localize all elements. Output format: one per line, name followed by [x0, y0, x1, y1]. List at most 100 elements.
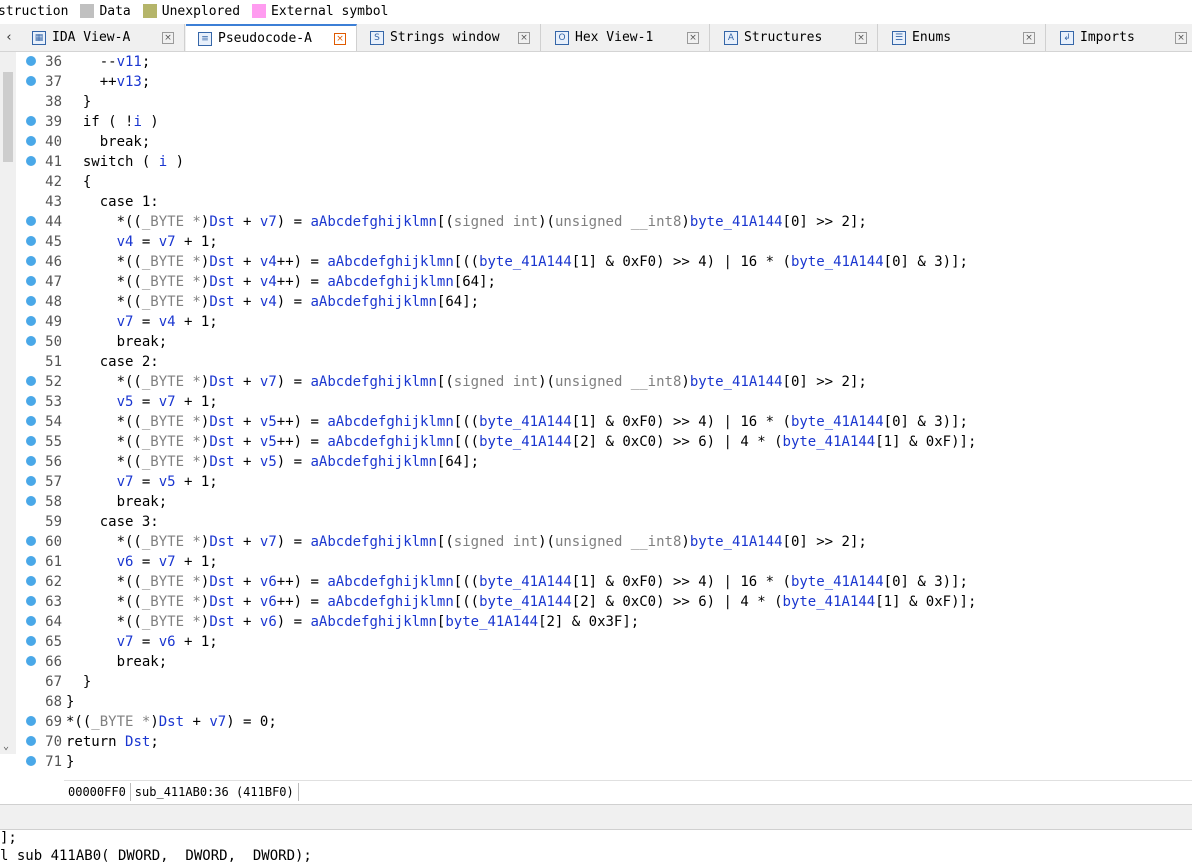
scrollbar-thumb[interactable]	[3, 72, 13, 162]
breakpoint-dot-icon[interactable]	[26, 556, 36, 566]
breakpoint-dot-icon[interactable]	[26, 396, 36, 406]
breakpoint-dot-icon[interactable]	[26, 56, 36, 66]
code-line[interactable]: 51 case 2:	[18, 352, 1192, 372]
breakpoint-dot-icon[interactable]	[26, 436, 36, 446]
code-line[interactable]: 49 v7 = v4 + 1;	[18, 312, 1192, 332]
code-line[interactable]: 43 case 1:	[18, 192, 1192, 212]
code-line[interactable]: 66 break;	[18, 652, 1192, 672]
code-line[interactable]: 70 return Dst;	[18, 732, 1192, 752]
pseudocode-view[interactable]: 36 --v11; 37 ++v13; 38 } 39 if ( !i ) 40 bre…	[18, 52, 1192, 780]
breakpoint-dot-icon[interactable]	[26, 236, 36, 246]
code-line[interactable]: 52 *((_BYTE *)Dst + v7) = aAbcdefghijklm…	[18, 372, 1192, 392]
breakpoint-dot-icon[interactable]	[26, 156, 36, 166]
breakpoint-dot-icon[interactable]	[26, 116, 36, 126]
line-number: 51	[45, 354, 62, 370]
tab-imports[interactable]: ↲ Imports ×	[1048, 24, 1192, 51]
breakpoint-dot-icon[interactable]	[26, 536, 36, 546]
legend-label: External symbol	[271, 3, 389, 19]
breakpoint-dot-icon[interactable]	[26, 756, 36, 766]
tab-enums[interactable]: ☰ Enums ×	[880, 24, 1046, 51]
close-icon[interactable]: ×	[162, 31, 174, 44]
code-line[interactable]: 71}	[18, 752, 1192, 772]
code-line[interactable]: 48 *((_BYTE *)Dst + v4) = aAbcdefghijklm…	[18, 292, 1192, 312]
code-text: }	[66, 754, 75, 770]
tab-strings-window[interactable]: S Strings window ×	[358, 24, 541, 51]
breakpoint-dot-icon[interactable]	[26, 76, 36, 86]
strings-icon: S	[370, 30, 384, 45]
tab-scroll-left-icon[interactable]: ‹	[0, 24, 18, 51]
code-text: *((_BYTE *)Dst + v7) = aAbcdefghijklmn[(…	[66, 214, 867, 230]
breakpoint-dot-icon[interactable]	[26, 596, 36, 606]
code-text: if ( !i )	[66, 114, 159, 130]
code-line[interactable]: 68}	[18, 692, 1192, 712]
line-number: 37	[45, 74, 62, 90]
code-text: break;	[66, 494, 168, 510]
tab-structures[interactable]: A Structures ×	[712, 24, 878, 51]
code-line[interactable]: 60 *((_BYTE *)Dst + v7) = aAbcdefghijklm…	[18, 532, 1192, 552]
code-line[interactable]: 38 }	[18, 92, 1192, 112]
breakpoint-dot-icon[interactable]	[26, 296, 36, 306]
code-line[interactable]: 64 *((_BYTE *)Dst + v6) = aAbcdefghijklm…	[18, 612, 1192, 632]
breakpoint-dot-icon[interactable]	[26, 376, 36, 386]
code-line[interactable]: 62 *((_BYTE *)Dst + v6++) = aAbcdefghijk…	[18, 572, 1192, 592]
legend-swatch	[142, 4, 157, 18]
output-window[interactable]: ]; l sub 411AB0( DWORD, DWORD, DWORD);	[0, 829, 1192, 863]
code-line[interactable]: 44 *((_BYTE *)Dst + v7) = aAbcdefghijklm…	[18, 212, 1192, 232]
breakpoint-dot-icon[interactable]	[26, 736, 36, 746]
breakpoint-dot-icon[interactable]	[26, 616, 36, 626]
breakpoint-dot-icon[interactable]	[26, 316, 36, 326]
line-number: 52	[45, 374, 62, 390]
code-line[interactable]: 36 --v11;	[18, 52, 1192, 72]
close-icon[interactable]: ×	[1175, 31, 1187, 44]
code-line[interactable]: 67 }	[18, 672, 1192, 692]
breakpoint-dot-icon[interactable]	[26, 136, 36, 146]
breakpoint-dot-icon[interactable]	[26, 636, 36, 646]
code-text: v7 = v5 + 1;	[116, 474, 218, 490]
breakpoint-dot-icon[interactable]	[26, 476, 36, 486]
code-text: *((_BYTE *)Dst + v7) = aAbcdefghijklmn[(…	[66, 374, 867, 390]
breakpoint-dot-icon[interactable]	[26, 416, 36, 426]
code-line[interactable]: 56 *((_BYTE *)Dst + v5) = aAbcdefghijklm…	[18, 452, 1192, 472]
tab-hex-view-1[interactable]: O Hex View-1 ×	[543, 24, 710, 51]
tab-ida-view-a[interactable]: ▦ IDA View-A ×	[20, 24, 185, 51]
breakpoint-dot-icon[interactable]	[26, 656, 36, 666]
code-line[interactable]: 39 if ( !i )	[18, 112, 1192, 132]
close-icon[interactable]: ×	[687, 31, 699, 44]
code-line[interactable]: 50 break;	[18, 332, 1192, 352]
breakpoint-dot-icon[interactable]	[26, 216, 36, 226]
close-icon[interactable]: ×	[1023, 31, 1035, 44]
code-line[interactable]: 57 v7 = v5 + 1;	[18, 472, 1192, 492]
breakpoint-dot-icon[interactable]	[26, 456, 36, 466]
code-text: *((_BYTE *)Dst + v5) = aAbcdefghijklmn[6…	[66, 454, 480, 470]
code-line[interactable]: 47 *((_BYTE *)Dst + v4++) = aAbcdefghijk…	[18, 272, 1192, 292]
code-line[interactable]: 55 *((_BYTE *)Dst + v5++) = aAbcdefghijk…	[18, 432, 1192, 452]
code-line[interactable]: 53 v5 = v7 + 1;	[18, 392, 1192, 412]
breakpoint-dot-icon[interactable]	[26, 716, 36, 726]
code-line[interactable]: 69 *((_BYTE *)Dst + v7) = 0;	[18, 712, 1192, 732]
code-line[interactable]: 46 *((_BYTE *)Dst + v4++) = aAbcdefghijk…	[18, 252, 1192, 272]
code-line[interactable]: 61 v6 = v7 + 1;	[18, 552, 1192, 572]
code-line[interactable]: 40 break;	[18, 132, 1192, 152]
breakpoint-dot-icon[interactable]	[26, 496, 36, 506]
breakpoint-dot-icon[interactable]	[26, 336, 36, 346]
code-line[interactable]: 41 switch ( i )	[18, 152, 1192, 172]
close-icon[interactable]: ×	[334, 32, 346, 45]
code-line[interactable]: 37 ++v13;	[18, 72, 1192, 92]
tab-pseudocode-a[interactable]: ≡ Pseudocode-A ×	[186, 24, 357, 51]
code-line[interactable]: 58 break;	[18, 492, 1192, 512]
code-text: break;	[66, 654, 168, 670]
code-line[interactable]: 63 *((_BYTE *)Dst + v6++) = aAbcdefghijk…	[18, 592, 1192, 612]
close-icon[interactable]: ×	[855, 31, 867, 44]
code-line[interactable]: 45 v4 = v7 + 1;	[18, 232, 1192, 252]
breakpoint-dot-icon[interactable]	[26, 276, 36, 286]
scroll-down-icon[interactable]: ⌄	[3, 741, 9, 752]
close-icon[interactable]: ×	[518, 31, 530, 44]
breakpoint-dot-icon[interactable]	[26, 576, 36, 586]
code-line[interactable]: 59 case 3:	[18, 512, 1192, 532]
panel-splitter[interactable]	[0, 804, 1192, 830]
code-line[interactable]: 65 v7 = v6 + 1;	[18, 632, 1192, 652]
code-line[interactable]: 54 *((_BYTE *)Dst + v5++) = aAbcdefghijk…	[18, 412, 1192, 432]
code-line[interactable]: 42 {	[18, 172, 1192, 192]
vertical-scrollbar[interactable]: ⌄	[0, 52, 16, 754]
breakpoint-dot-icon[interactable]	[26, 256, 36, 266]
